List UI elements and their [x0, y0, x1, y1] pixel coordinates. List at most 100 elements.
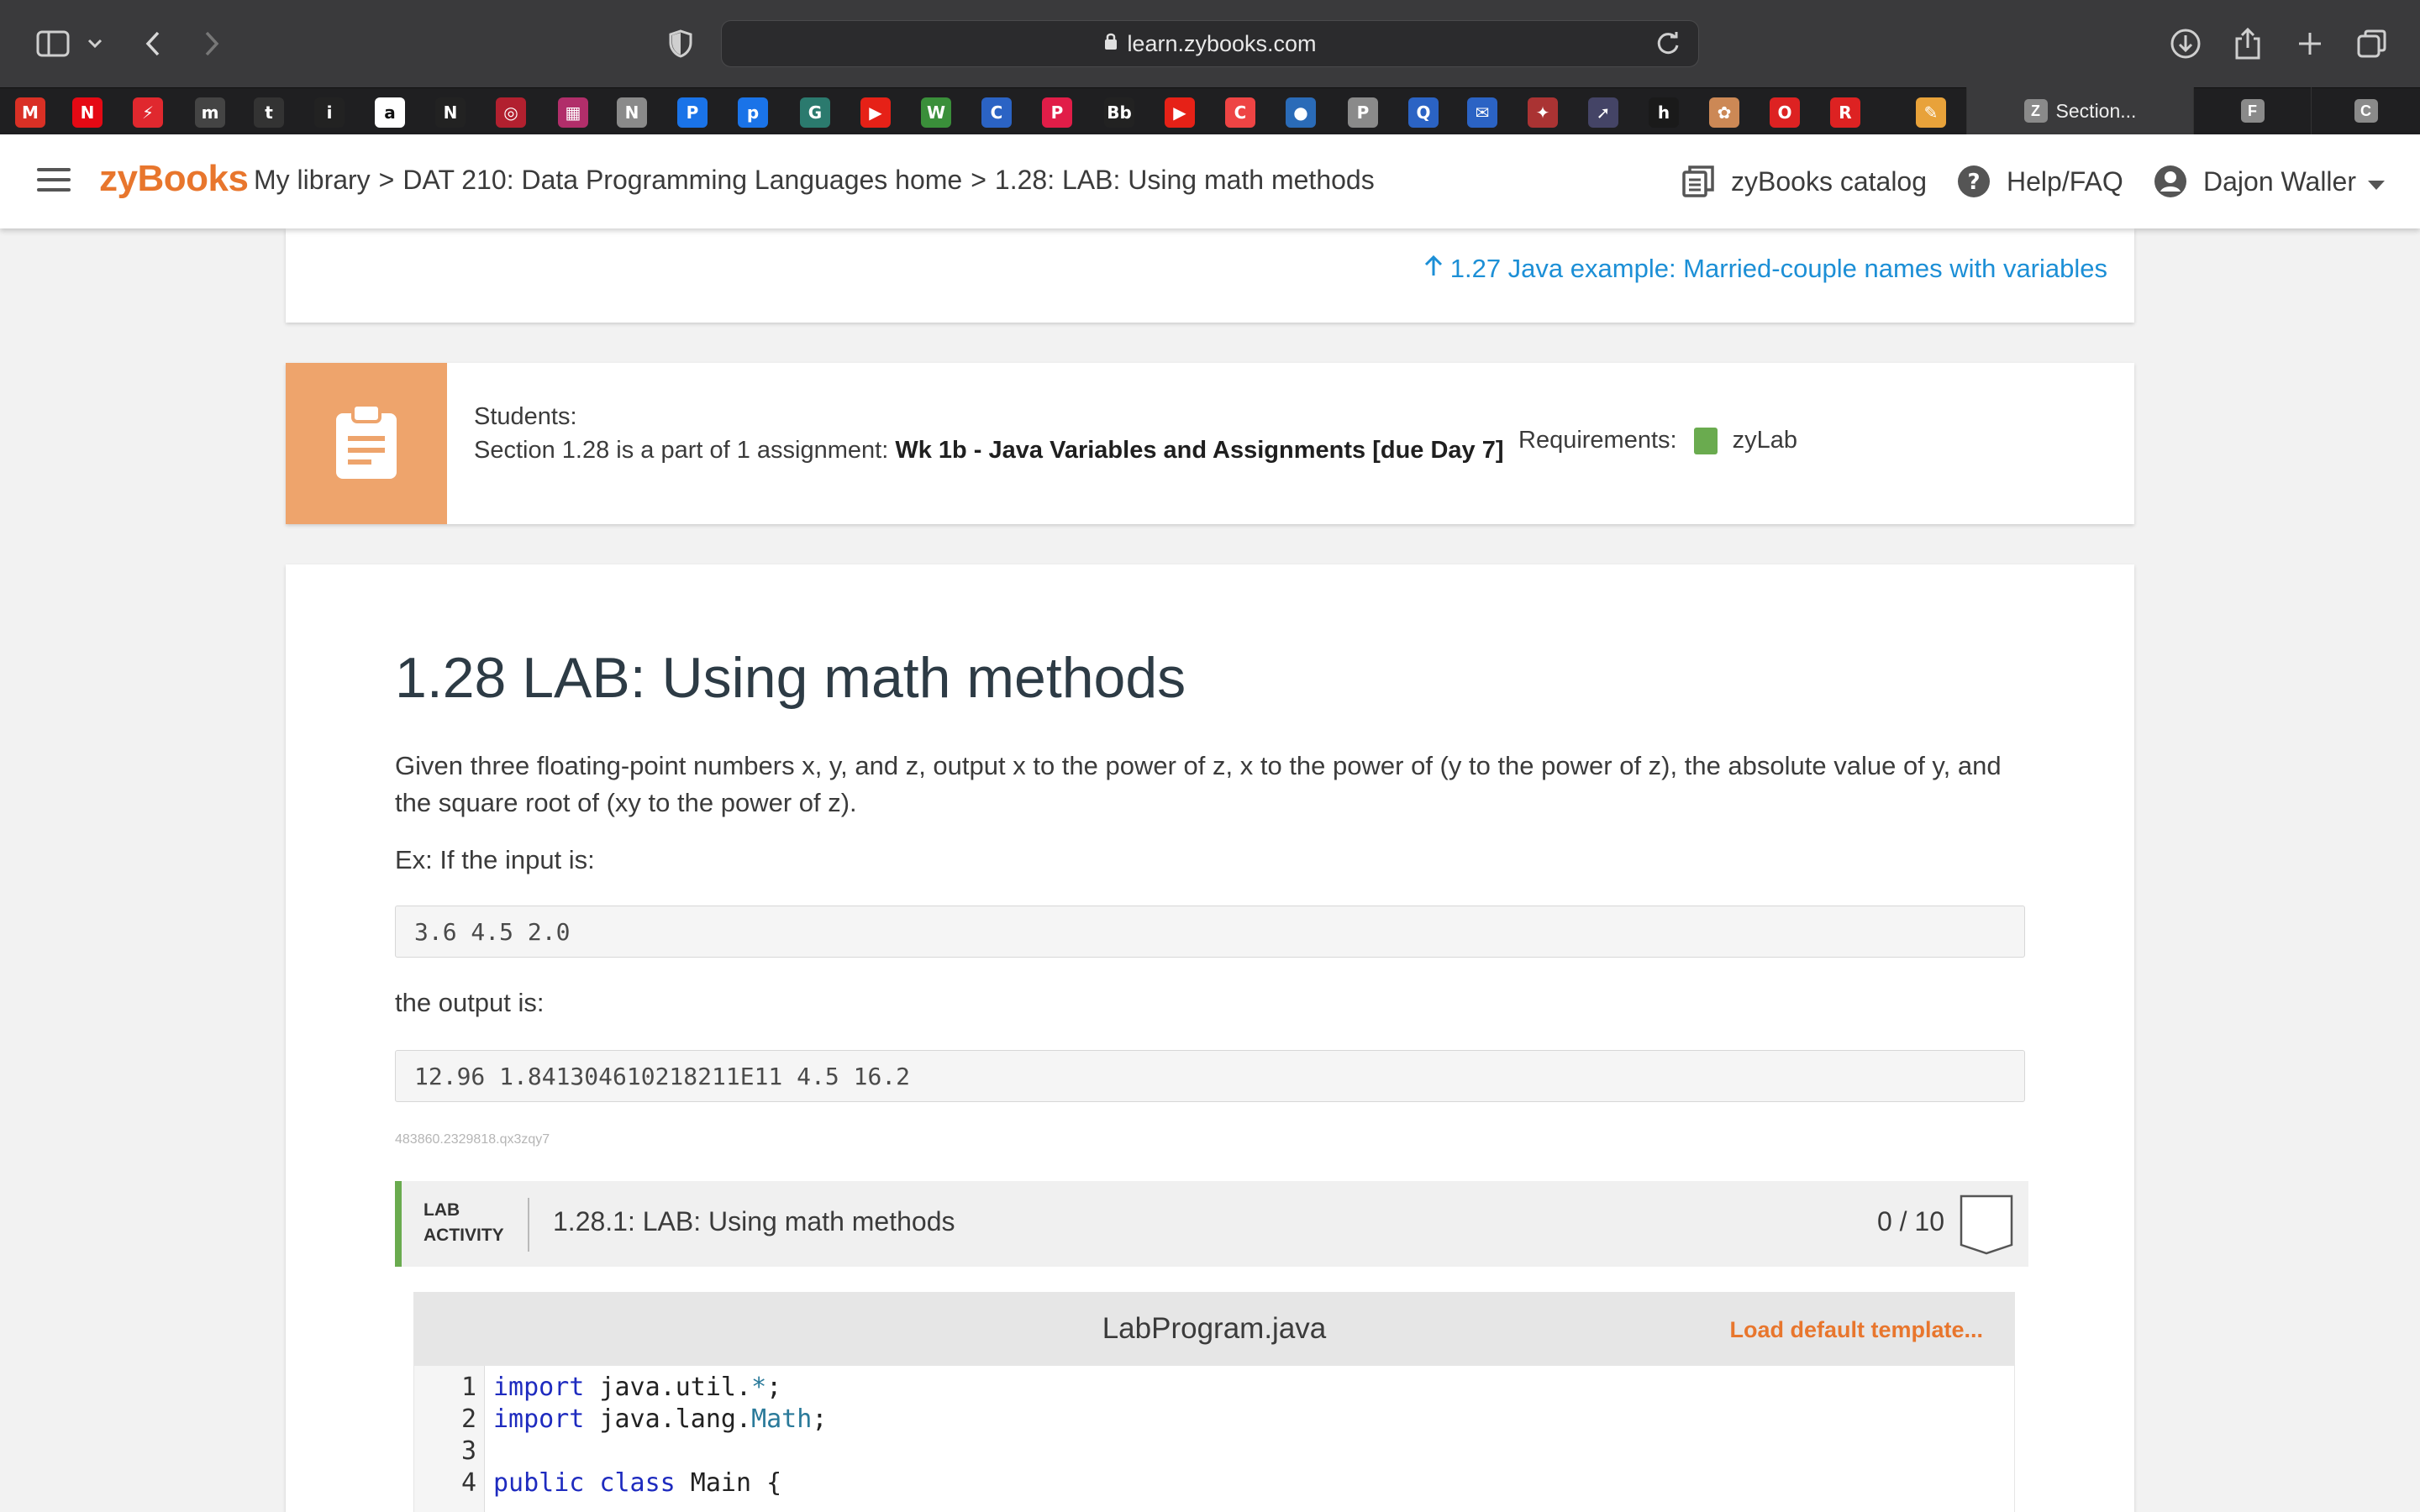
- netflix-icon[interactable]: N: [72, 97, 103, 128]
- w-icon[interactable]: W: [921, 97, 951, 128]
- editor-header: LabProgram.java Load default template...: [413, 1292, 2015, 1366]
- assignment-icon-box: [286, 363, 447, 524]
- prev-section-label: 1.27 Java example: Married-couple names …: [1449, 254, 2107, 283]
- breadcrumb-section: 1.28: LAB: Using math methods: [994, 165, 1375, 195]
- breadcrumb-separator: >: [971, 165, 986, 195]
- pencil-icon[interactable]: ✎: [1916, 97, 1946, 128]
- target-icon[interactable]: ◎: [496, 97, 526, 128]
- svg-text:?: ?: [1967, 170, 1980, 195]
- breadcrumb-my-library[interactable]: My library: [254, 165, 371, 196]
- lab-label-line2: ACTIVITY: [424, 1226, 504, 1245]
- output-intro: the output is:: [395, 988, 544, 1017]
- blackboard-icon[interactable]: Bb: [1104, 97, 1134, 128]
- privacy-shield-icon[interactable]: [666, 22, 696, 66]
- user-menu[interactable]: Dajon Waller: [2153, 160, 2385, 203]
- lab-score: 0 / 10: [1876, 1206, 1944, 1236]
- lock-icon: [1103, 31, 1118, 57]
- tab-overview-icon[interactable]: [2353, 22, 2391, 66]
- assignment-name[interactable]: Wk 1b - Java Variables and Assignments […: [895, 437, 1503, 464]
- arrow-up-icon: [1423, 254, 1444, 284]
- c2-icon[interactable]: C: [1225, 97, 1255, 128]
- f-favicon-icon: F: [2240, 99, 2265, 123]
- reload-icon[interactable]: [1655, 29, 1683, 58]
- forward-icon[interactable]: [198, 22, 225, 66]
- p2-icon[interactable]: p: [738, 97, 768, 128]
- mail-icon[interactable]: ✉: [1467, 97, 1497, 128]
- assignment-prefix: Section 1.28 is a part of 1 assignment:: [474, 437, 896, 464]
- new-tab-icon[interactable]: [2291, 22, 2329, 66]
- lab-title: 1.28.1: LAB: Using math methods: [553, 1206, 955, 1236]
- line-number: 4: [460, 1468, 476, 1498]
- downloads-icon[interactable]: [2166, 22, 2205, 66]
- arrow-icon[interactable]: ➚: [1588, 97, 1618, 128]
- help-icon: ?: [1956, 164, 1991, 199]
- example-intro: Ex: If the input is:: [395, 845, 595, 874]
- share-icon[interactable]: [2228, 22, 2267, 66]
- bird-icon[interactable]: ✦: [1528, 97, 1558, 128]
- load-default-template-button[interactable]: Load default template...: [1729, 1317, 1983, 1343]
- c-icon[interactable]: C: [981, 97, 1012, 128]
- gmail-icon[interactable]: M: [15, 97, 45, 128]
- t-icon[interactable]: t: [254, 97, 284, 128]
- breadcrumb-course[interactable]: DAT 210: Data Programming Languages home: [402, 165, 962, 196]
- flower-icon[interactable]: ✿: [1709, 97, 1739, 128]
- code-line: public class Main {: [493, 1468, 782, 1498]
- sidebar-toggle-icon[interactable]: [34, 22, 72, 66]
- help-link[interactable]: ? Help/FAQ: [1956, 160, 2123, 203]
- help-label: Help/FAQ: [2007, 165, 2123, 197]
- chevron-down-icon[interactable]: [82, 22, 108, 66]
- back-icon[interactable]: [139, 22, 166, 66]
- youtube2-icon[interactable]: ▶: [1165, 97, 1195, 128]
- catalog-label: zyBooks catalog: [1731, 165, 1928, 197]
- lab-activity-label: LAB ACTIVITY: [424, 1198, 504, 1248]
- zylab-badge-icon: [1693, 427, 1718, 454]
- address-bar[interactable]: learn.zybooks.com: [721, 20, 1699, 67]
- tab-f[interactable]: F: [2193, 87, 2311, 134]
- code-line: import java.util.*;: [493, 1373, 782, 1402]
- p3-icon[interactable]: P: [1348, 97, 1378, 128]
- h-icon[interactable]: h: [1649, 97, 1679, 128]
- o-icon[interactable]: O: [1770, 97, 1800, 128]
- q-icon[interactable]: Q: [1408, 97, 1439, 128]
- n-icon[interactable]: N: [617, 97, 647, 128]
- requirement-name: zyLab: [1732, 427, 1797, 454]
- students-label: Students:: [474, 403, 577, 430]
- m-icon[interactable]: m: [195, 97, 225, 128]
- youtube-icon[interactable]: ▶: [860, 97, 891, 128]
- code-editor[interactable]: 1 import java.util.*; 2 import java.lang.Ma…: [413, 1366, 2015, 1512]
- content-id: 483860.2329818.qx3zqy7: [395, 1132, 550, 1147]
- section-title: 1.28 LAB: Using math methods: [395, 646, 1186, 710]
- tab-section[interactable]: Z Section...: [1966, 87, 2193, 134]
- info-icon[interactable]: i: [314, 97, 345, 128]
- zybooks-logo[interactable]: zyBooks: [99, 158, 249, 200]
- r-icon[interactable]: R: [1830, 97, 1860, 128]
- tab-c[interactable]: C: [2311, 87, 2420, 134]
- pearson-icon[interactable]: P: [1042, 97, 1072, 128]
- dots-icon[interactable]: ●: [1286, 97, 1316, 128]
- code-line: import java.lang.Math;: [493, 1404, 828, 1434]
- amazon-icon[interactable]: a: [375, 97, 405, 128]
- requirements: Requirements: zyLab: [1518, 427, 1797, 454]
- assignment-card: Students: Section 1.28 is a part of 1 as…: [286, 363, 2134, 524]
- prev-section-link[interactable]: 1.27 Java example: Married-couple names …: [1423, 254, 2107, 284]
- menu-icon[interactable]: [37, 168, 71, 195]
- tab-label: Section...: [2055, 99, 2137, 122]
- nova-icon[interactable]: N: [435, 97, 466, 128]
- line-number: 2: [460, 1404, 476, 1434]
- requirements-label: Requirements:: [1518, 427, 1677, 454]
- c-favicon-icon: C: [2354, 99, 2378, 123]
- example-input: 3.6 4.5 2.0: [395, 906, 2025, 958]
- p-icon[interactable]: P: [677, 97, 708, 128]
- example-output: 12.96 1.841304610218211E11 4.5 16.2: [395, 1050, 2025, 1102]
- lab-activity-bar: LAB ACTIVITY 1.28.1: LAB: Using math met…: [395, 1181, 2028, 1267]
- clipboard-icon: [333, 402, 400, 485]
- catalog-link[interactable]: zyBooks catalog: [1681, 160, 1927, 203]
- bolt-icon[interactable]: ⚡: [133, 97, 163, 128]
- gls-icon[interactable]: G: [800, 97, 830, 128]
- caret-down-icon: [2367, 166, 2385, 197]
- user-name: Dajon Waller: [2203, 165, 2356, 197]
- zybooks-header: zyBooks My library > DAT 210: Data Progr…: [0, 134, 2420, 228]
- catalog-icon: [1681, 164, 1716, 199]
- grid-icon[interactable]: ▦: [558, 97, 588, 128]
- breadcrumb: My library > DAT 210: Data Programming L…: [254, 165, 1375, 196]
